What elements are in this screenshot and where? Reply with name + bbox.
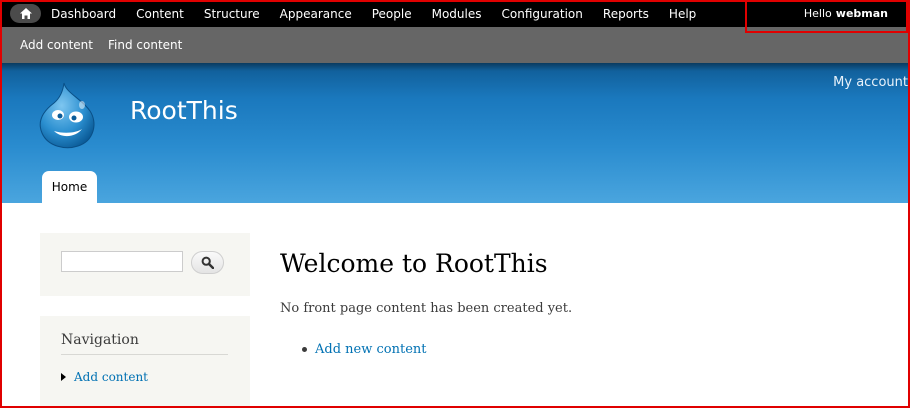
toolbar-reports-link[interactable]: Reports xyxy=(603,7,649,21)
toolbar-menu: Dashboard Content Structure Appearance P… xyxy=(51,0,716,27)
navigation-block: Navigation Add content xyxy=(40,316,250,408)
search-block xyxy=(40,233,250,296)
toolbar-configuration-link[interactable]: Configuration xyxy=(502,7,583,21)
list-item: Add new content xyxy=(302,342,426,357)
greeting-text: Hello xyxy=(803,7,832,20)
search-icon xyxy=(201,256,214,269)
user-greeting: Hello webman xyxy=(804,0,888,27)
shortcut-bar: Add content Find content xyxy=(0,27,910,63)
tab-home[interactable]: Home xyxy=(42,171,97,203)
toolbar-content-link[interactable]: Content xyxy=(136,7,184,21)
home-button[interactable] xyxy=(10,4,41,23)
page-title: Welcome to RootThis xyxy=(280,249,548,278)
my-account-link[interactable]: My account xyxy=(833,75,908,90)
header-shadow xyxy=(0,63,910,71)
nav-add-content-link[interactable]: Add content xyxy=(74,370,148,384)
toolbar-appearance-link[interactable]: Appearance xyxy=(280,7,352,21)
site-name[interactable]: RootThis xyxy=(130,96,238,125)
toolbar-structure-link[interactable]: Structure xyxy=(204,7,260,21)
search-input[interactable] xyxy=(61,251,183,272)
site-header: RootThis My account Home xyxy=(0,63,910,203)
toolbar-help-link[interactable]: Help xyxy=(669,7,696,21)
drupal-logo-icon[interactable] xyxy=(36,81,100,149)
empty-message: No front page content has been created y… xyxy=(280,301,573,316)
shortcut-add-content[interactable]: Add content xyxy=(20,38,93,52)
toolbar-dashboard-link[interactable]: Dashboard xyxy=(51,7,116,21)
collapsed-arrow-icon xyxy=(61,373,66,381)
username-link[interactable]: webman xyxy=(836,7,888,20)
shortcut-find-content[interactable]: Find content xyxy=(108,38,182,52)
home-icon xyxy=(19,8,32,19)
bullet-icon xyxy=(302,347,307,352)
search-button[interactable] xyxy=(191,251,224,274)
nav-item-add-content: Add content xyxy=(61,370,148,384)
navigation-title: Navigation xyxy=(61,332,228,355)
admin-toolbar: Dashboard Content Structure Appearance P… xyxy=(0,0,910,27)
add-new-content-link[interactable]: Add new content xyxy=(315,342,426,357)
toolbar-modules-link[interactable]: Modules xyxy=(432,7,482,21)
toolbar-people-link[interactable]: People xyxy=(372,7,412,21)
